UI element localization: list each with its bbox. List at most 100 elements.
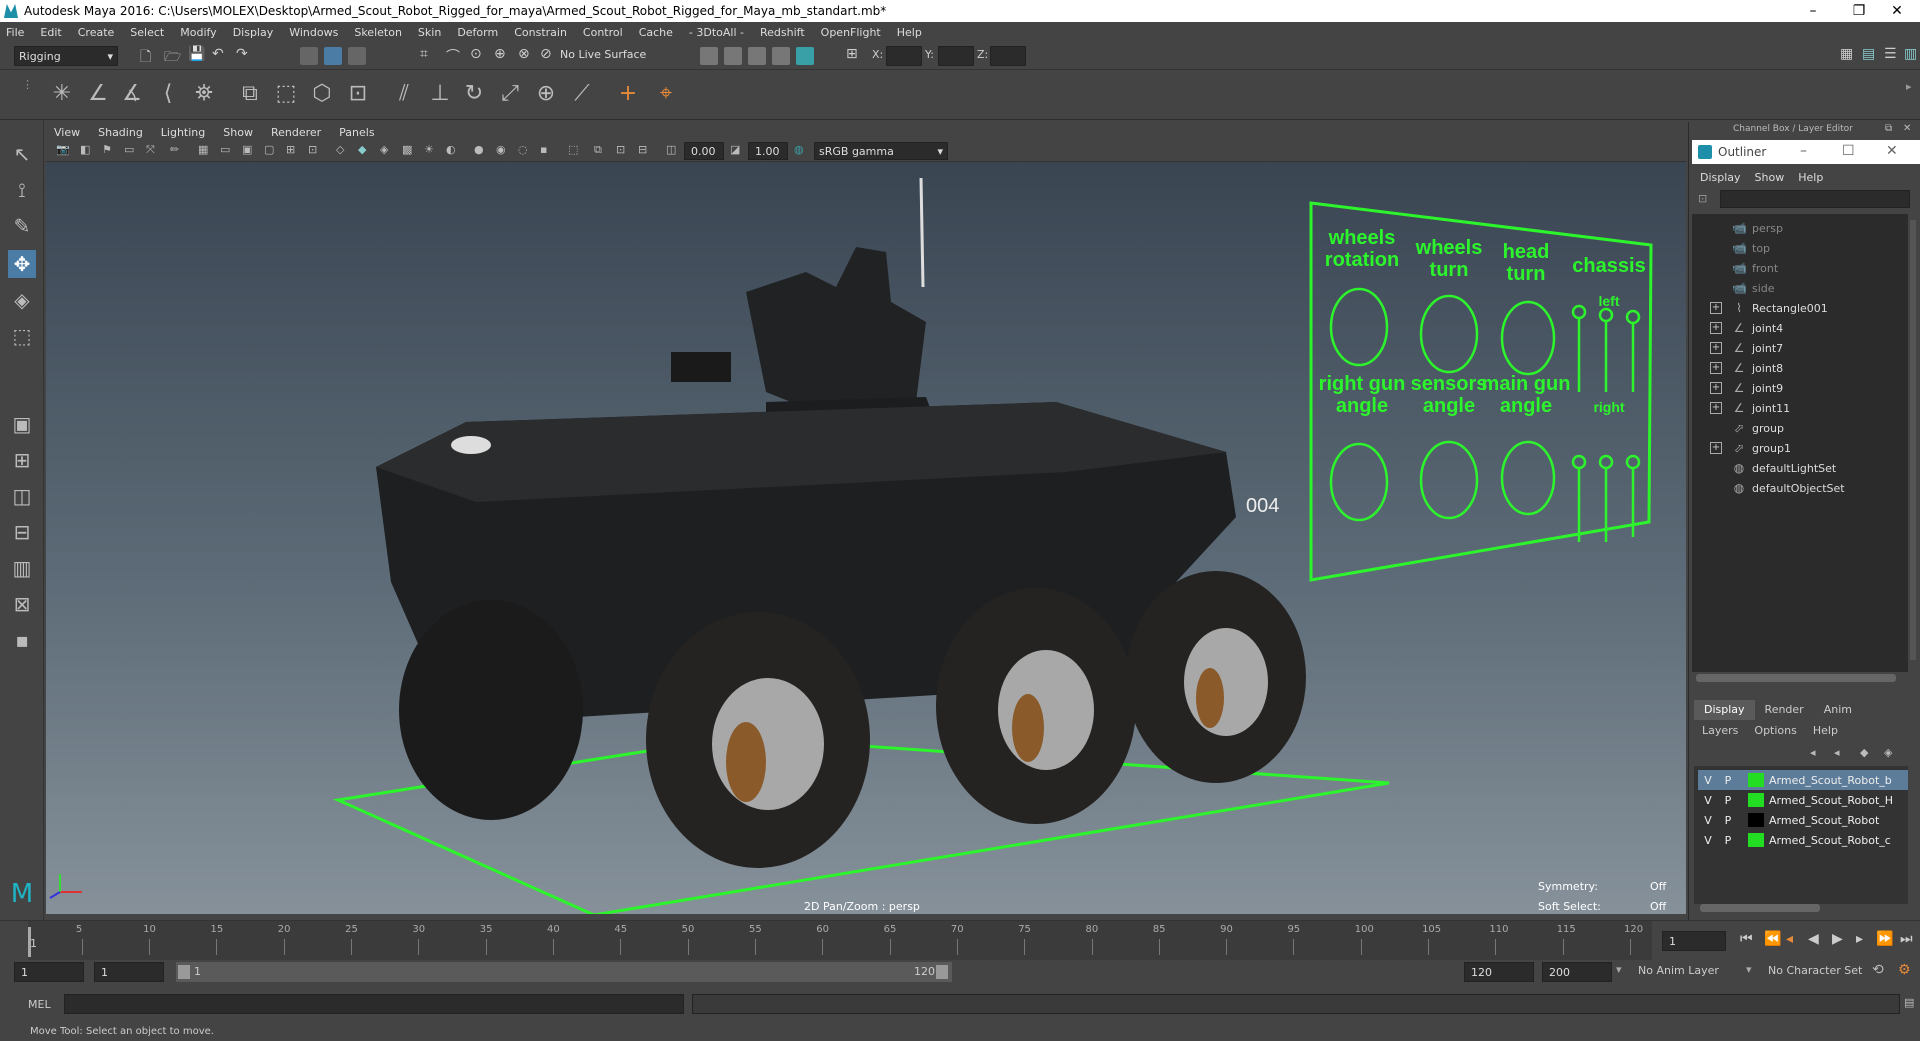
- viewport-menu-shading[interactable]: Shading: [98, 126, 143, 139]
- outliner-close-button[interactable]: ✕: [1886, 143, 1898, 159]
- outliner-item[interactable]: 📹 top: [1692, 238, 1912, 258]
- wireframe-icon[interactable]: ◇: [336, 143, 344, 156]
- minimize-button[interactable]: –: [1790, 0, 1836, 22]
- scale-tool-icon[interactable]: ⬚: [8, 322, 36, 350]
- anti-alias-icon[interactable]: ◌: [518, 143, 528, 156]
- locator-icon[interactable]: +: [614, 80, 642, 108]
- snap-surface-icon[interactable]: ⊗: [518, 46, 530, 62]
- menu-openflight[interactable]: OpenFlight: [821, 26, 881, 39]
- visibility-toggle[interactable]: V: [1698, 814, 1718, 827]
- depth-of-field-icon[interactable]: ▪: [540, 143, 547, 156]
- outliner-item[interactable]: + ∠ joint9: [1692, 378, 1912, 398]
- layer-row[interactable]: V P Armed_Scout_Robot_c: [1698, 830, 1908, 850]
- preferences-icon[interactable]: ⚙: [1898, 962, 1911, 978]
- render-sequence-icon[interactable]: [724, 47, 742, 65]
- outliner-menu-help[interactable]: Help: [1798, 171, 1823, 184]
- new-scene-icon[interactable]: 🗋: [140, 46, 151, 70]
- persp-graph-icon[interactable]: ⊟: [8, 518, 36, 546]
- layer-horizontal-scrollbar[interactable]: [1700, 904, 1820, 912]
- expand-icon[interactable]: +: [1710, 342, 1722, 354]
- parent-constraint-icon[interactable]: ⊕: [532, 80, 560, 108]
- menu-redshift[interactable]: Redshift: [760, 26, 805, 39]
- single-view-icon[interactable]: ▣: [8, 410, 36, 438]
- joint-tool-icon[interactable]: ✳: [48, 80, 76, 108]
- chevron-down-icon[interactable]: ▾: [1746, 963, 1752, 976]
- playback-toggle[interactable]: P: [1718, 814, 1738, 827]
- shelf-options-icon[interactable]: ⋮: [22, 78, 33, 91]
- live-surface-label[interactable]: No Live Surface: [560, 48, 646, 61]
- menu-select[interactable]: Select: [130, 26, 164, 39]
- select-object-icon[interactable]: [324, 47, 342, 65]
- snap-curve-icon[interactable]: ⌒: [446, 46, 460, 66]
- redo-icon[interactable]: ↷: [236, 46, 248, 62]
- select-hierarchy-icon[interactable]: [300, 47, 318, 65]
- snap-grid-icon[interactable]: ⌗: [420, 46, 428, 62]
- scene-end-field[interactable]: 200: [1542, 962, 1612, 982]
- float-panel-icon[interactable]: ⧉: [1885, 123, 1892, 134]
- move-layer-down-icon[interactable]: ◂: [1834, 746, 1840, 759]
- playback-toggle[interactable]: P: [1718, 834, 1738, 847]
- layer-row[interactable]: V P Armed_Scout_Robot_H: [1698, 790, 1908, 810]
- screen-space-ao-icon[interactable]: ●: [474, 143, 484, 156]
- select-tool-icon[interactable]: ↖: [8, 140, 36, 168]
- viewport-menu-view[interactable]: View: [54, 126, 80, 139]
- lights-icon[interactable]: ☀: [424, 143, 434, 156]
- visibility-toggle[interactable]: V: [1698, 794, 1718, 807]
- menu-skeleton[interactable]: Skeleton: [354, 26, 402, 39]
- menuset-dropdown[interactable]: Rigging ▾: [14, 46, 118, 66]
- viewport-menu-renderer[interactable]: Renderer: [271, 126, 321, 139]
- outliner-item[interactable]: ◍ defaultObjectSet: [1692, 478, 1912, 498]
- open-scene-icon[interactable]: 🗁: [164, 46, 181, 70]
- go-to-end-icon[interactable]: ⏭: [1900, 931, 1913, 947]
- playback-end-field[interactable]: 120: [1464, 962, 1534, 982]
- expand-icon[interactable]: +: [1710, 362, 1722, 374]
- smooth-shade-icon[interactable]: ◆: [358, 143, 366, 156]
- range-end-handle[interactable]: [936, 965, 948, 979]
- xray-joints-icon[interactable]: ⊡: [616, 143, 625, 156]
- outliner-item[interactable]: 📹 front: [1692, 258, 1912, 278]
- expand-icon[interactable]: +: [1710, 302, 1722, 314]
- paint-select-icon[interactable]: ✎: [8, 212, 36, 240]
- outliner-item[interactable]: 📹 persp: [1692, 218, 1912, 238]
- film-gate-icon[interactable]: ▭: [220, 143, 230, 156]
- chevron-down-icon[interactable]: ▾: [1616, 963, 1622, 976]
- current-time-field[interactable]: 1: [1662, 931, 1726, 951]
- outliner-item[interactable]: ◍ defaultLightSet: [1692, 458, 1912, 478]
- grease-pencil-icon[interactable]: ✏: [170, 143, 179, 156]
- playback-toggle[interactable]: P: [1718, 774, 1738, 787]
- step-back-frame-icon[interactable]: ◂: [1786, 931, 1793, 947]
- undo-icon[interactable]: ↶: [212, 46, 224, 62]
- layer-menu-layers[interactable]: Layers: [1702, 724, 1738, 742]
- menu-modify[interactable]: Modify: [180, 26, 216, 39]
- menu-deform[interactable]: Deform: [457, 26, 498, 39]
- step-forward-key-icon[interactable]: ⏩: [1876, 931, 1893, 947]
- visibility-toggle[interactable]: V: [1698, 774, 1718, 787]
- hypershade-icon[interactable]: [796, 47, 814, 65]
- menu-windows[interactable]: Windows: [289, 26, 338, 39]
- move-layer-up-icon[interactable]: ◂: [1810, 746, 1816, 759]
- exposure-field[interactable]: 0.00: [684, 142, 724, 160]
- custom-layout-icon[interactable]: ▪: [8, 626, 36, 654]
- gamma-field[interactable]: 1.00: [748, 142, 788, 160]
- pole-vector-icon[interactable]: ⟋: [568, 80, 596, 108]
- expand-icon[interactable]: +: [1710, 402, 1722, 414]
- safe-action-icon[interactable]: ⊡: [308, 143, 317, 156]
- textured-icon[interactable]: ▩: [402, 143, 412, 156]
- new-layer-selected-icon[interactable]: ◈: [1884, 746, 1892, 759]
- color-management-icon[interactable]: ◍: [794, 143, 804, 156]
- menu-cache[interactable]: Cache: [639, 26, 673, 39]
- viewport-menu-panels[interactable]: Panels: [339, 126, 374, 139]
- motion-blur-icon[interactable]: ◉: [496, 143, 506, 156]
- outliner-item[interactable]: + ∠ joint4: [1692, 318, 1912, 338]
- tab-anim[interactable]: Anim: [1814, 700, 1862, 720]
- outliner-minimize-button[interactable]: –: [1800, 143, 1807, 159]
- snap-point-icon[interactable]: ⊙: [470, 46, 482, 62]
- play-backward-icon[interactable]: ◀: [1808, 931, 1819, 947]
- layer-color-swatch[interactable]: [1748, 833, 1764, 847]
- humanik-icon[interactable]: ⛯: [190, 80, 218, 108]
- go-to-start-icon[interactable]: ⏮: [1740, 931, 1753, 947]
- gate-mask-icon[interactable]: ▢: [264, 143, 274, 156]
- close-panel-icon[interactable]: ✕: [1903, 123, 1911, 134]
- layer-menu-options[interactable]: Options: [1754, 724, 1796, 742]
- viewport-menu-show[interactable]: Show: [223, 126, 253, 139]
